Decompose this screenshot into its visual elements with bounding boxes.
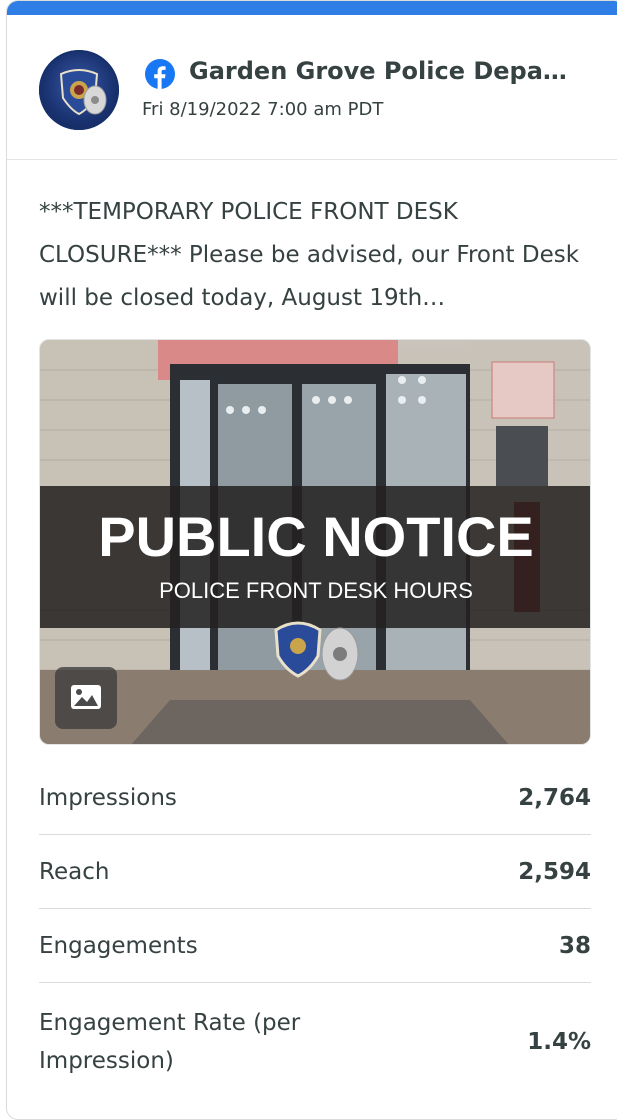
post-stats: Impressions 2,764 Reach 2,594 Engagement… <box>39 761 591 1101</box>
stat-label: Reach <box>39 858 110 885</box>
facebook-icon <box>145 59 175 89</box>
post-header: Garden Grove Police Depa… Fri 8/19/2022 … <box>7 15 617 160</box>
stat-value: 2,764 <box>518 784 591 811</box>
police-badge-icon <box>59 69 107 116</box>
avatar[interactable] <box>39 50 119 130</box>
card-top-accent-bar <box>7 1 617 15</box>
image-headline: PUBLIC NOTICE <box>98 505 534 568</box>
post-image-photo: PUBLIC NOTICE POLICE FRONT DESK HOURS <box>40 340 590 744</box>
stat-row-impressions: Impressions 2,764 <box>39 761 591 835</box>
stat-value: 2,594 <box>518 858 591 885</box>
stat-value: 38 <box>558 932 591 959</box>
stat-row-reach: Reach 2,594 <box>39 835 591 909</box>
image-subheadline: POLICE FRONT DESK HOURS <box>159 578 473 603</box>
stat-row-engagements: Engagements 38 <box>39 909 591 983</box>
post-image[interactable]: PUBLIC NOTICE POLICE FRONT DESK HOURS <box>39 339 591 745</box>
stat-label: Engagement Rate (per Impression) <box>39 1010 301 1074</box>
stat-value: 1.4% <box>527 1029 591 1055</box>
stat-label: Engagements <box>39 932 198 959</box>
image-icon <box>71 685 101 709</box>
image-type-badge <box>55 667 117 729</box>
stat-label: Impressions <box>39 784 177 811</box>
post-text: ***TEMPORARY POLICE FRONT DESK CLOSURE**… <box>39 199 580 311</box>
post-timestamp: Fri 8/19/2022 7:00 am PDT <box>142 99 384 120</box>
stat-row-engagement-rate: Engagement Rate (per Impression) 1.4% <box>39 983 591 1101</box>
page-name[interactable]: Garden Grove Police Depa… <box>189 57 617 85</box>
post-card[interactable]: Garden Grove Police Depa… Fri 8/19/2022 … <box>6 0 617 1120</box>
